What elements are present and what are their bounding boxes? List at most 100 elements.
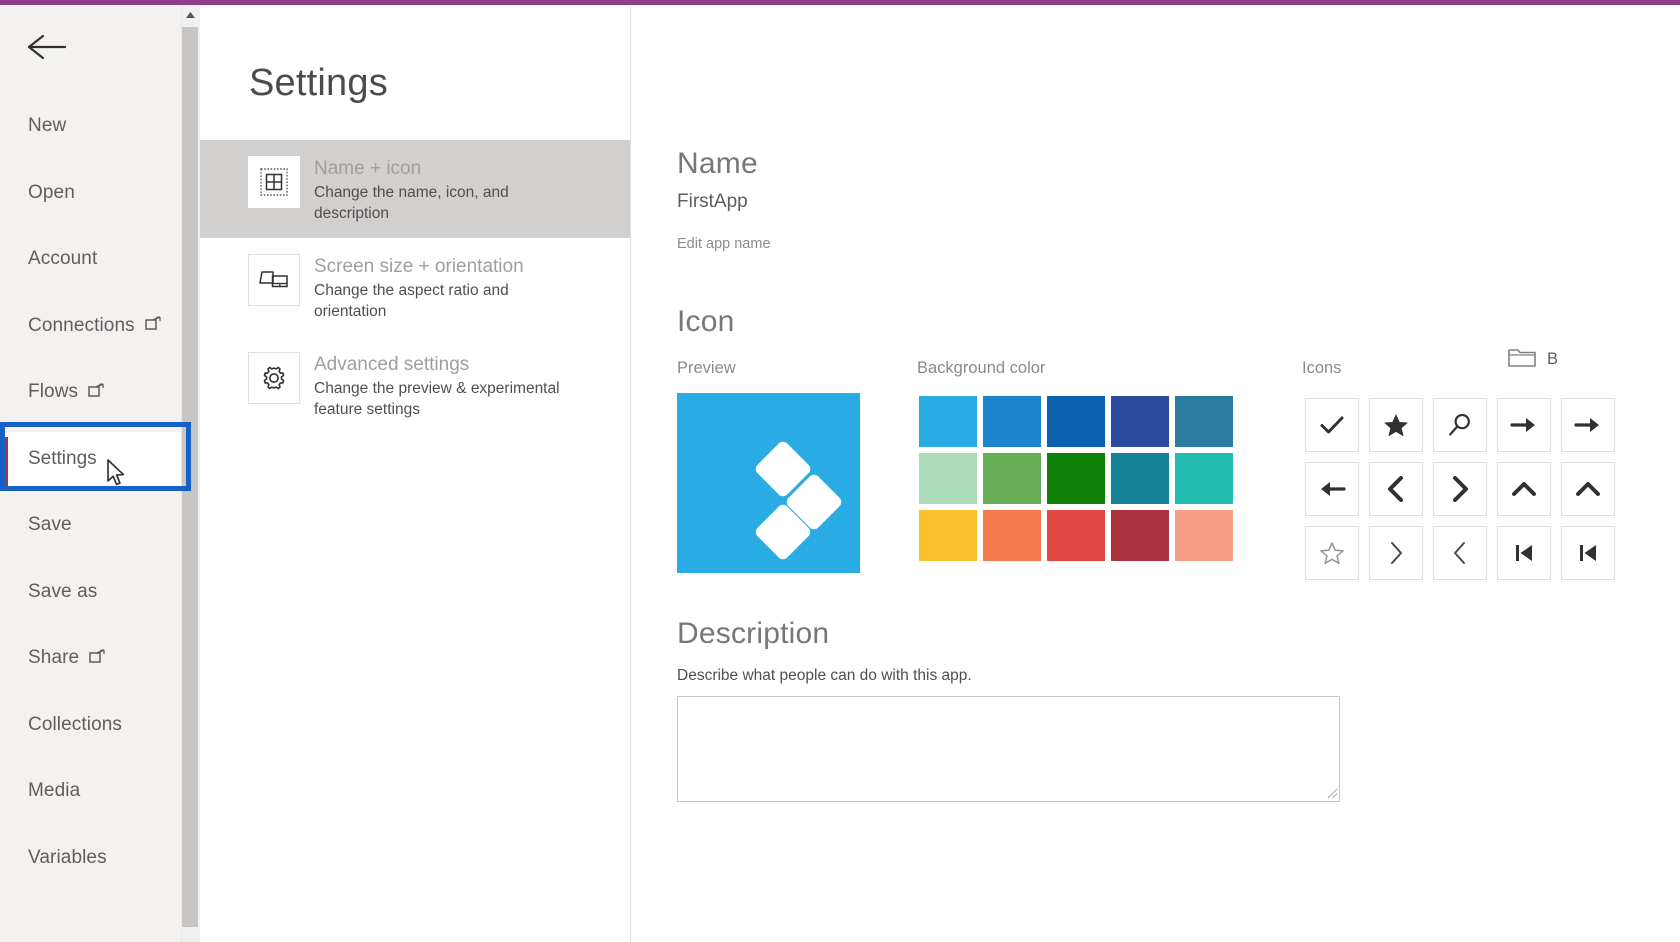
- settings-card-subtitle: Change the preview & experimental featur…: [314, 380, 560, 418]
- external-link-icon: [88, 383, 105, 398]
- chevron-up-icon[interactable]: [1497, 462, 1551, 516]
- swatch-cell: [1172, 507, 1236, 564]
- sidebar-item-label: Flows: [28, 381, 79, 403]
- sidebar-item-save[interactable]: Save: [0, 492, 181, 559]
- settings-card-subtitle: Change the name, icon, and description: [314, 184, 509, 222]
- chevron-left-thin-icon[interactable]: [1433, 526, 1487, 580]
- icon-cell: [1556, 457, 1620, 521]
- swatch-cell: [916, 507, 980, 564]
- settings-card-subtitle: Change the aspect ratio and orientation: [314, 282, 509, 320]
- color-swatch[interactable]: [919, 510, 977, 561]
- color-swatch[interactable]: [1175, 510, 1233, 561]
- sidebar-item-flows[interactable]: Flows: [0, 359, 181, 426]
- settings-card-list: Name + icon Change the name, icon, and d…: [200, 140, 630, 434]
- skip-back-icon[interactable]: [1497, 526, 1551, 580]
- settings-card-screen-size[interactable]: Screen size + orientation Change the asp…: [200, 238, 630, 336]
- swatch-cell: [1044, 393, 1108, 450]
- chevron-right-thin-icon[interactable]: [1369, 526, 1423, 580]
- sidebar-item-collections[interactable]: Collections: [0, 692, 181, 759]
- back-arrow-icon[interactable]: [24, 25, 68, 69]
- preview-label: Preview: [677, 359, 736, 377]
- star-outline-icon[interactable]: [1305, 526, 1359, 580]
- icon-picker-grid: [1300, 393, 1620, 585]
- color-swatch[interactable]: [1111, 396, 1169, 447]
- settings-nav-panel: Settings Name + icon Change the name, ic…: [200, 5, 631, 942]
- swatch-cell: [1108, 450, 1172, 507]
- scroll-up-arrow-icon[interactable]: [181, 5, 200, 24]
- sidebar-item-connections[interactable]: Connections: [0, 293, 181, 360]
- chevron-up-2-icon[interactable]: [1561, 462, 1615, 516]
- sidebar-item-label: Connections: [28, 314, 135, 336]
- sidebar-item-variables[interactable]: Variables: [0, 825, 181, 892]
- icon-cell: [1492, 393, 1556, 457]
- edit-app-name-link[interactable]: Edit app name: [677, 236, 771, 252]
- icon-cell: [1556, 393, 1620, 457]
- sidebar-item-save-as[interactable]: Save as: [0, 559, 181, 626]
- color-swatch[interactable]: [1175, 453, 1233, 504]
- color-swatch[interactable]: [1047, 396, 1105, 447]
- section-heading-icon: Icon: [677, 305, 735, 338]
- sidebar-item-label: Account: [28, 248, 98, 270]
- selected-indicator-bar: [5, 437, 8, 486]
- swatch-cell: [1172, 450, 1236, 507]
- app-icon-preview: [677, 393, 860, 573]
- app-tile-icon: [248, 156, 300, 208]
- color-swatch[interactable]: [983, 396, 1041, 447]
- icon-cell: [1428, 521, 1492, 585]
- section-heading-description: Description: [677, 617, 830, 650]
- left-sidebar: New Open Account Connections Flows Save …: [0, 5, 181, 942]
- browse-icon-button[interactable]: B: [1508, 346, 1558, 373]
- check-icon[interactable]: [1305, 398, 1359, 452]
- settings-card-advanced[interactable]: Advanced settings Change the preview & e…: [200, 336, 630, 434]
- icon-cell: [1300, 457, 1364, 521]
- swatch-cell: [1172, 393, 1236, 450]
- devices-icon: [248, 254, 300, 306]
- swatch-cell: [916, 393, 980, 450]
- arrow-right-2-icon[interactable]: [1561, 398, 1615, 452]
- icon-cell: [1300, 521, 1364, 585]
- settings-card-text: Screen size + orientation Change the asp…: [314, 252, 584, 322]
- color-swatch[interactable]: [1047, 453, 1105, 504]
- sidebar-item-open[interactable]: Open: [0, 160, 181, 227]
- swatch-cell: [1044, 507, 1108, 564]
- color-swatch[interactable]: [983, 453, 1041, 504]
- color-swatch[interactable]: [919, 396, 977, 447]
- chevron-right-icon[interactable]: [1433, 462, 1487, 516]
- external-link-icon: [89, 649, 106, 664]
- color-swatch[interactable]: [919, 453, 977, 504]
- icon-cell: [1300, 393, 1364, 457]
- sidebar-item-media[interactable]: Media: [0, 758, 181, 825]
- color-swatch[interactable]: [1111, 453, 1169, 504]
- sidebar-item-label: New: [28, 115, 67, 137]
- icon-cell: [1492, 457, 1556, 521]
- arrow-right-icon[interactable]: [1497, 398, 1551, 452]
- description-subtitle: Describe what people can do with this ap…: [677, 667, 972, 684]
- color-swatch[interactable]: [1047, 510, 1105, 561]
- settings-content-pane: Name FirstApp Edit app name Icon Preview…: [631, 5, 1680, 942]
- sidebar-item-new[interactable]: New: [0, 93, 181, 160]
- browse-label: B: [1547, 350, 1559, 368]
- description-input[interactable]: [677, 696, 1340, 802]
- search-icon[interactable]: [1433, 398, 1487, 452]
- sidebar-item-label: Share: [28, 647, 80, 669]
- settings-card-name-icon[interactable]: Name + icon Change the name, icon, and d…: [200, 140, 630, 238]
- skip-back-2-icon[interactable]: [1561, 526, 1615, 580]
- arrow-left-icon[interactable]: [1305, 462, 1359, 516]
- icon-cell: [1364, 457, 1428, 521]
- swatch-cell: [1108, 393, 1172, 450]
- sidebar-item-account[interactable]: Account: [0, 226, 181, 293]
- sidebar-item-share[interactable]: Share: [0, 625, 181, 692]
- star-filled-icon[interactable]: [1369, 398, 1423, 452]
- chevron-left-icon[interactable]: [1369, 462, 1423, 516]
- swatch-cell: [980, 507, 1044, 564]
- app-settings-screen: New Open Account Connections Flows Save …: [0, 0, 1680, 942]
- color-swatch[interactable]: [1175, 396, 1233, 447]
- sidebar-item-label: Media: [28, 780, 81, 802]
- background-color-swatch-grid: [916, 393, 1236, 564]
- settings-card-title: Screen size + orientation: [314, 256, 524, 277]
- sidebar-scrollbar-thumb[interactable]: [182, 27, 198, 927]
- color-swatch[interactable]: [983, 510, 1041, 561]
- color-swatch[interactable]: [1111, 510, 1169, 561]
- sidebar-item-label: Settings: [28, 448, 97, 469]
- swatch-cell: [980, 393, 1044, 450]
